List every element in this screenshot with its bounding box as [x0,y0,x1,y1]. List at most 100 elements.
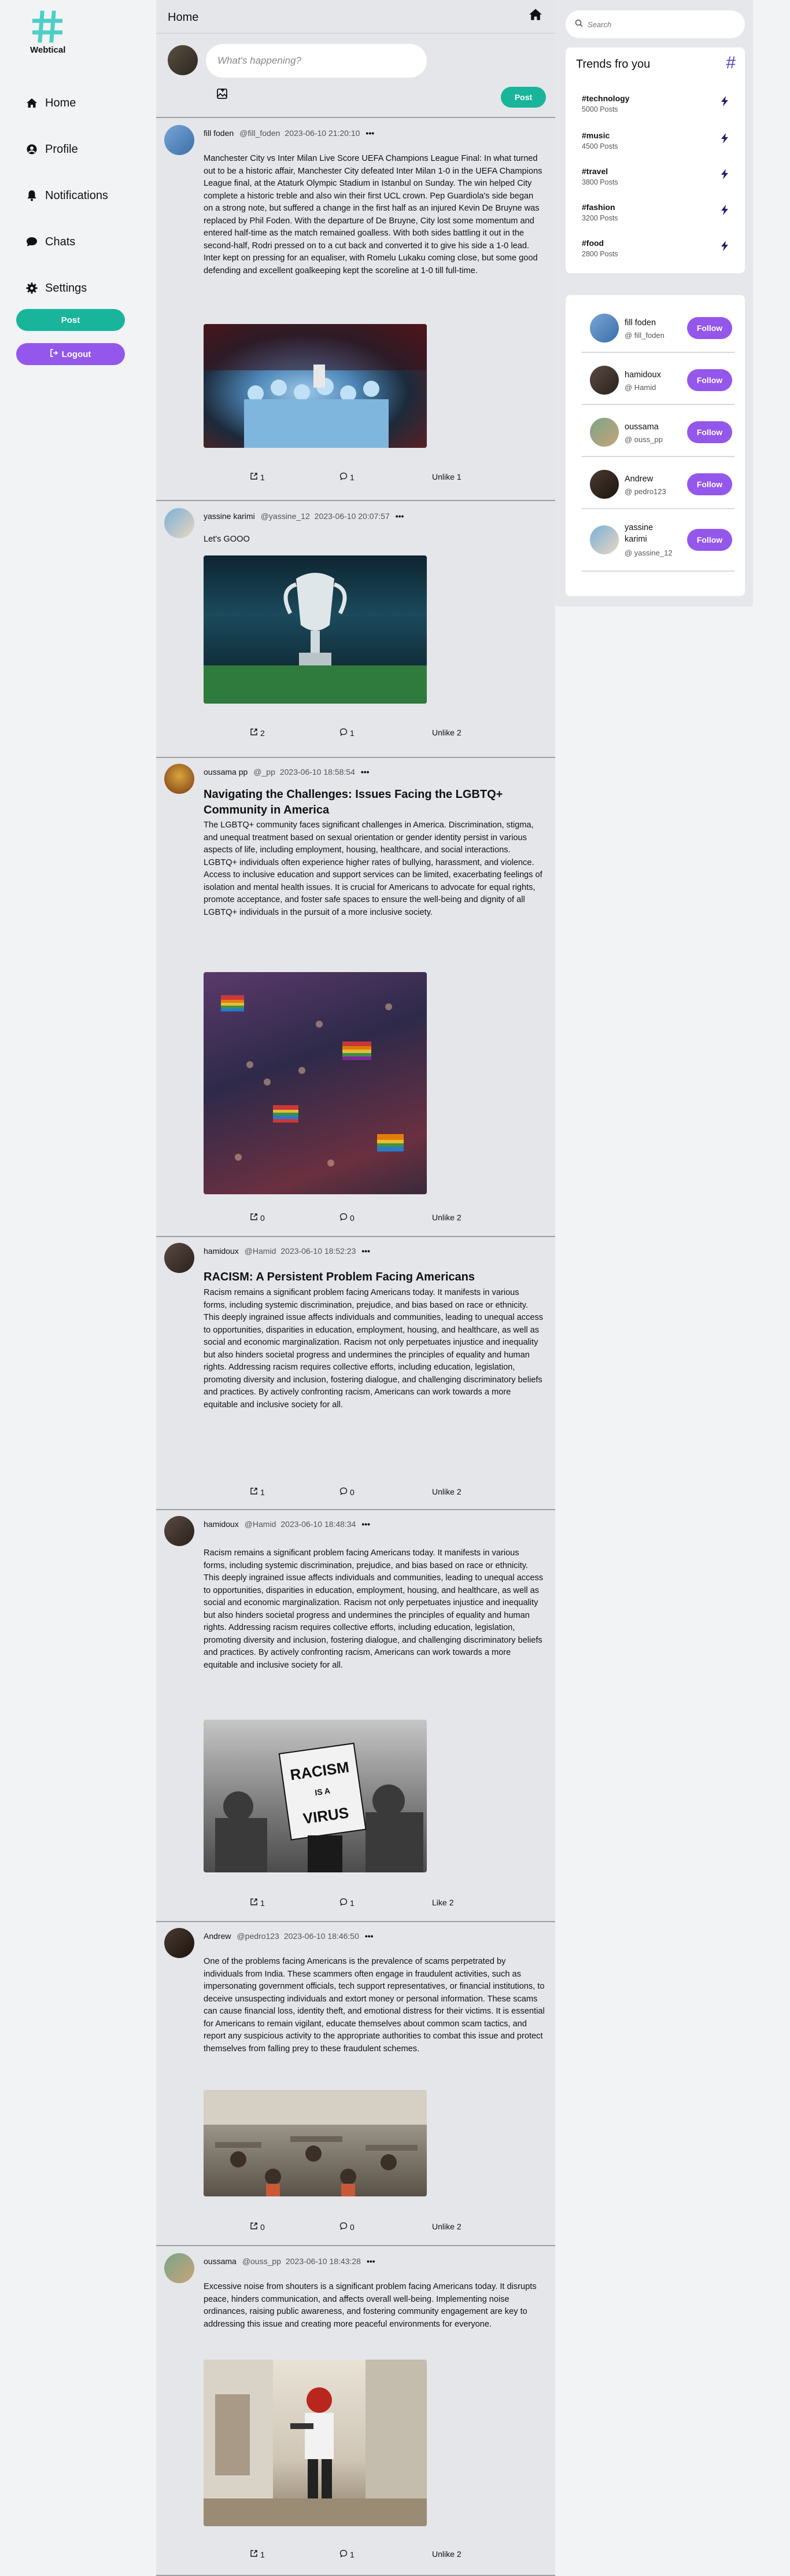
avatar[interactable] [164,508,194,538]
comment-count: 0 [350,2222,355,2232]
lightning-icon [721,133,729,146]
lightning-icon [721,169,729,182]
avatar[interactable] [164,125,194,155]
search-input[interactable] [588,20,726,29]
post-author[interactable]: hamidoux [204,1246,239,1256]
whats-happening-input[interactable] [206,44,427,78]
logout-button[interactable]: Logout [16,343,125,365]
post-author[interactable]: hamidoux [204,1519,239,1529]
follow-suggestion: oussama @ ouss_pp Follow [582,412,734,457]
post-date: 2023-06-10 20:07:57 [314,511,390,521]
share-count: 1 [260,1898,265,1908]
suggestion-name[interactable]: oussama [625,421,677,433]
logo[interactable]: Webtical [30,10,65,55]
suggestion-name[interactable]: fill foden [625,317,677,329]
follow-button[interactable]: Follow [687,421,732,443]
comment-button[interactable]: 1 [339,1898,355,1908]
avatar[interactable] [590,314,619,343]
more-options-icon[interactable]: ••• [396,511,404,521]
comment-button[interactable]: 1 [339,2549,355,2559]
share-button[interactable]: 1 [250,472,265,482]
post-author[interactable]: Andrew [204,1931,231,1941]
post-date: 2023-06-10 18:58:54 [279,767,355,777]
share-button[interactable]: 1 [250,1487,265,1497]
follow-button[interactable]: Follow [687,473,732,495]
comment-count: 1 [350,472,355,482]
like-button[interactable]: Unlike 2 [432,1213,462,1222]
sidebar-item-settings[interactable]: Settings [25,265,108,311]
post-button[interactable]: Post [16,309,125,331]
avatar[interactable] [164,1516,194,1546]
trend-item[interactable]: #food 2800 Posts [582,238,733,273]
trophy-photo [204,573,427,704]
search-box[interactable] [566,10,745,38]
trend-item[interactable]: #music 4500 Posts [582,131,733,165]
more-options-icon[interactable]: ••• [361,1246,370,1256]
more-options-icon[interactable]: ••• [366,128,374,138]
share-button[interactable]: 0 [250,2222,265,2232]
image-upload-icon[interactable] [216,88,228,102]
avatar[interactable] [164,1243,194,1273]
like-button[interactable]: Unlike 2 [432,2222,462,2231]
share-button[interactable]: 1 [250,1898,265,1908]
home-icon [25,98,38,108]
sidebar-item-notifications[interactable]: Notifications [25,172,108,219]
avatar[interactable] [164,764,194,794]
comment-button[interactable]: 0 [339,1213,355,1223]
post-title: Navigating the Challenges: Issues Facing… [204,788,503,816]
post-actions: 1 1 Unlike 1 [204,472,470,484]
avatar[interactable] [590,366,619,395]
suggestion-name[interactable]: Andrew [625,473,677,485]
trend-item[interactable]: #travel 3800 Posts [582,167,733,201]
avatar[interactable] [590,418,619,447]
trend-item[interactable]: #fashion 3200 Posts [582,203,733,237]
more-options-icon[interactable]: ••• [367,2257,375,2266]
comment-count: 1 [350,1898,355,1908]
avatar[interactable] [164,2253,194,2283]
trends-panel: Trends fro you # #technology 5000 Posts … [566,47,745,273]
like-button[interactable]: Unlike 2 [432,2549,462,2559]
comment-button[interactable]: 1 [339,728,355,738]
like-button[interactable]: Unlike 2 [432,1487,462,1496]
suggestion-name[interactable]: hamidoux [625,369,677,381]
app-name: Webtical [30,45,66,55]
sidebar-item-home[interactable]: Home [25,80,108,126]
avatar[interactable] [590,525,619,554]
trend-item[interactable]: #technology 5000 Posts [582,94,733,128]
post-author[interactable]: fill foden [204,128,234,138]
share-button[interactable]: 0 [250,1213,265,1223]
like-button[interactable]: Like 2 [432,1898,453,1907]
post-image [204,324,427,448]
suggestion-name[interactable]: yassine karimi [625,522,677,545]
avatar[interactable] [590,470,619,499]
sidebar-item-chats[interactable]: Chats [25,219,108,265]
share-count: 1 [260,1487,265,1497]
avatar[interactable] [164,1928,194,1958]
post-date: 2023-06-10 18:43:28 [285,2257,361,2266]
share-button[interactable]: 2 [250,728,265,738]
share-button[interactable]: 1 [250,2549,265,2559]
share-count: 1 [260,472,265,482]
follow-button[interactable]: Follow [687,529,732,551]
composer-post-button[interactable]: Post [501,87,546,108]
sidebar-item-label: Home [45,96,76,109]
like-button[interactable]: Unlike 2 [432,728,462,737]
home-icon[interactable] [529,8,542,24]
more-options-icon[interactable]: ••• [361,1519,370,1529]
lightning-icon [721,241,729,254]
follow-button[interactable]: Follow [687,369,732,391]
post-author[interactable]: oussama [204,2257,237,2266]
post-author[interactable]: yassine karimi [204,511,255,521]
post-handle: @fill_foden [239,128,280,138]
post-author[interactable]: oussama pp [204,767,248,777]
more-options-icon[interactable]: ••• [365,1931,374,1941]
comment-button[interactable]: 0 [339,2222,355,2232]
follow-button[interactable]: Follow [687,317,732,339]
comment-button[interactable]: 0 [339,1487,355,1497]
share-count: 0 [260,1213,265,1223]
share-icon [250,1898,258,1908]
comment-button[interactable]: 1 [339,472,355,482]
like-button[interactable]: Unlike 1 [432,472,462,481]
more-options-icon[interactable]: ••• [361,767,370,777]
sidebar-item-profile[interactable]: Profile [25,126,108,172]
